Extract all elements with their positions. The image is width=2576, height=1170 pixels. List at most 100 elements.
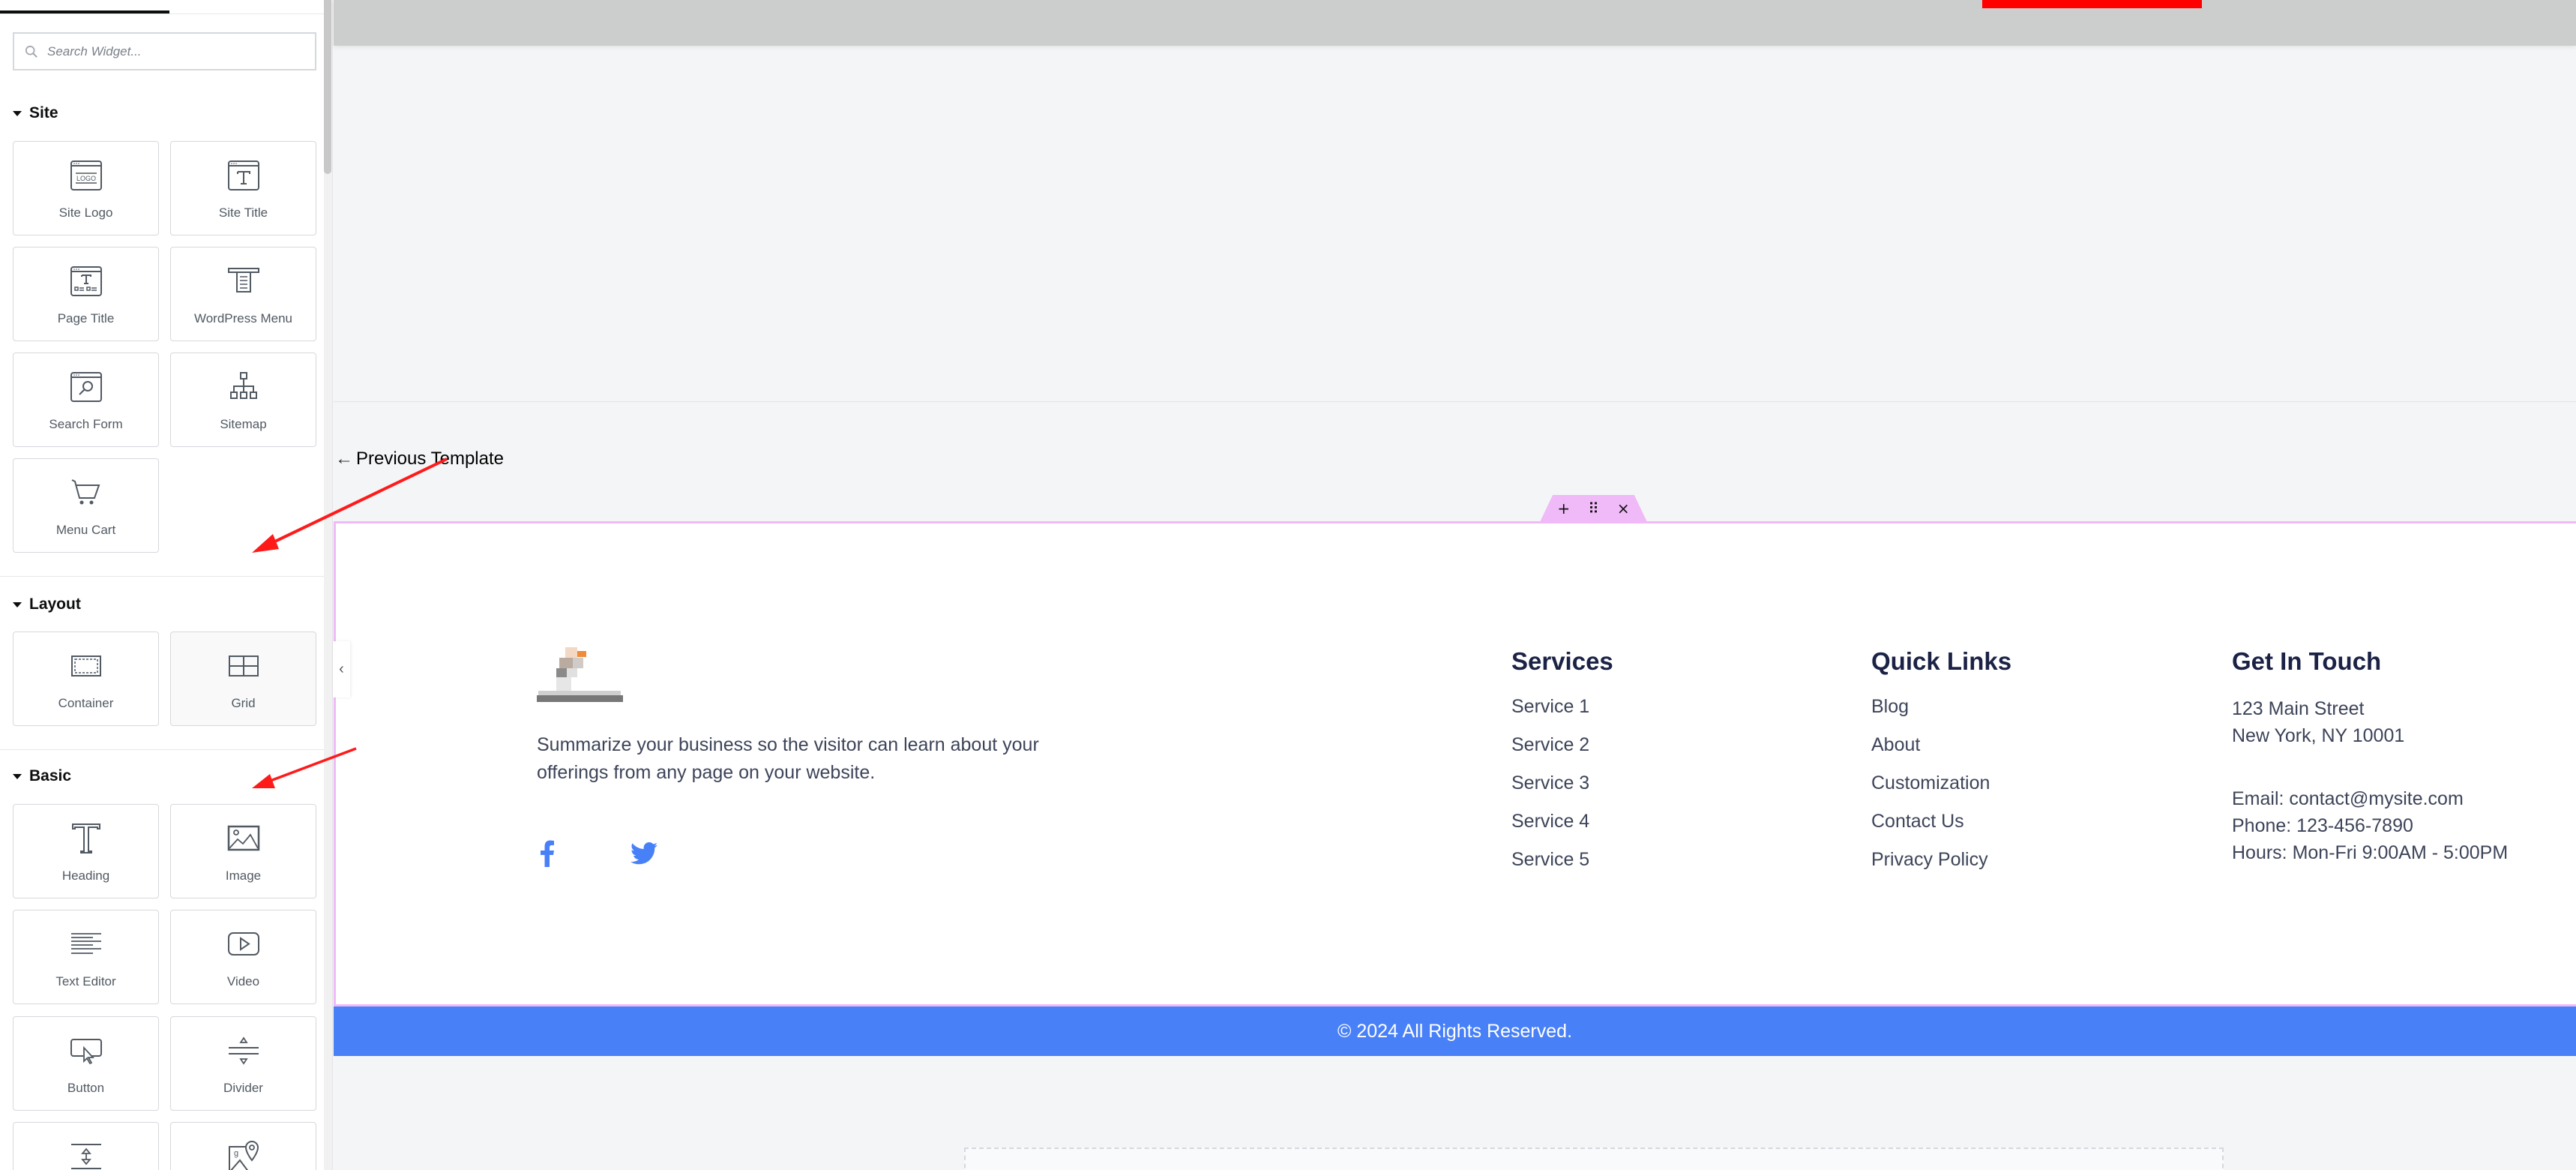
widget-spacer[interactable] [13,1122,159,1170]
facebook-icon [541,840,554,867]
header-preview-bar [334,0,2576,46]
widget-grid[interactable]: Grid [170,632,316,726]
twitter-link[interactable] [629,838,659,868]
search-form-icon [69,370,103,404]
contact-hours: Hours: Mon-Fri 9:00AM - 5:00PM [2232,842,2509,863]
widget-search-form[interactable]: Search Form [13,352,159,447]
panel-scrollbar-thumb[interactable] [324,0,331,174]
spacer-icon [69,1139,103,1170]
widget-label: Site Logo [58,206,113,220]
widget-label: Divider [223,1081,263,1095]
section-title: Site [29,104,58,122]
widget-menu-cart[interactable]: Menu Cart [13,458,159,553]
widget-label: Image [225,868,262,883]
wordpress-menu-icon [226,264,261,298]
container-icon [69,649,103,683]
page-title-icon [69,264,103,298]
section-title: Layout [29,596,81,613]
quick-link-customization[interactable]: Customization [1871,772,2011,810]
widget-text-editor[interactable]: Text Editor [13,910,159,1004]
delete-section-button[interactable]: × [1617,501,1630,516]
caret-down-icon [13,602,22,608]
footer-contact-column: Get In Touch 123 Main Street New York, N… [2232,647,2508,866]
service-link-1[interactable]: Service 1 [1511,695,1613,734]
widget-sitemap[interactable]: Sitemap [170,352,316,447]
address-line-1: 123 Main Street [2232,698,2365,719]
widget-label: Site Title [218,206,268,220]
widget-page-title[interactable]: Page Title [13,247,159,341]
heading-icon [69,821,103,856]
sitemap-icon [226,370,261,404]
search-icon [25,45,37,58]
widget-label: Page Title [57,311,115,326]
widget-label: Search Form [49,417,123,431]
widget-label: WordPress Menu [193,311,292,326]
site-logo-image[interactable] [537,647,623,704]
text-editor-icon [69,927,103,962]
widget-image[interactable]: Image [170,804,316,898]
previous-template-link[interactable]: ← Previous Template [335,448,504,470]
quick-link-privacy-policy[interactable]: Privacy Policy [1871,848,2011,886]
widget-label: Sitemap [220,417,267,431]
section-divider [0,749,324,750]
section-divider [0,576,324,577]
widget-divider[interactable]: Divider [170,1016,316,1111]
add-section-drop-zone[interactable] [964,1148,2224,1170]
contact-phone: Phone: 123-456-7890 [2232,815,2413,836]
section-toggle-site[interactable]: Site [13,104,58,122]
section-toggle-basic[interactable]: Basic [13,767,71,785]
footer-section[interactable]: Summarize your business so the visitor c… [334,521,2576,1006]
svg-text:g: g [234,1149,238,1158]
widget-button[interactable]: Button [13,1016,159,1111]
canvas-divider [334,401,2576,402]
drag-section-handle[interactable]: ⠿ [1588,501,1599,516]
quick-link-about[interactable]: About [1871,734,2011,772]
collapse-panel-button[interactable]: ‹ [333,641,350,698]
google-maps-icon: g [226,1139,261,1170]
widget-wordpress-menu[interactable]: WordPress Menu [170,247,316,341]
widget-panel: Site LOGO Site Logo Site Title Page Titl… [0,0,333,1170]
quick-link-contact-us[interactable]: Contact Us [1871,810,2011,848]
chevron-left-icon: ‹ [339,661,344,677]
twitter-icon [631,842,657,865]
caret-down-icon [13,773,22,779]
widget-label: Text Editor [55,974,116,988]
button-icon [69,1034,103,1068]
annotation-highlight [1982,0,2202,8]
panel-scrollbar-track[interactable] [324,0,332,1170]
widget-google-maps[interactable]: g [170,1122,316,1170]
add-section-button[interactable]: + [1557,501,1570,516]
quick-link-blog[interactable]: Blog [1871,695,2011,734]
arrow-left-icon: ← [335,448,353,469]
widget-video[interactable]: Video [170,910,316,1004]
previous-template-label: Previous Template [356,448,504,469]
facebook-link[interactable] [532,838,562,868]
service-link-4[interactable]: Service 4 [1511,810,1613,848]
section-handle: + ⠿ × [1540,495,1647,522]
search-widget-input[interactable] [47,44,302,59]
contact-email: Email: contact@mysite.com [2232,788,2464,809]
widget-label: Menu Cart [55,523,116,537]
video-icon [226,927,261,962]
service-link-2[interactable]: Service 2 [1511,734,1613,772]
copyright-text: © 2024 All Rights Reserved. [1337,1020,1573,1042]
copyright-bar: © 2024 All Rights Reserved. [334,1006,2576,1056]
widget-label: Button [67,1081,105,1095]
site-title-icon [226,158,261,193]
section-toggle-layout[interactable]: Layout [13,596,81,614]
service-link-5[interactable]: Service 5 [1511,848,1613,886]
address-line-2: New York, NY 10001 [2232,725,2405,746]
widget-container[interactable]: Container [13,632,159,726]
service-link-3[interactable]: Service 3 [1511,772,1613,810]
widget-site-title[interactable]: Site Title [170,141,316,236]
caret-down-icon [13,110,22,116]
services-heading: Services [1511,647,1613,675]
widget-label: Video [226,974,260,988]
section-title: Basic [29,767,72,784]
grid-icon [226,649,261,683]
widget-site-logo[interactable]: LOGO Site Logo [13,141,159,236]
search-widget-field[interactable] [13,32,316,70]
widget-label: Heading [61,868,110,883]
widget-heading[interactable]: Heading [13,804,159,898]
image-icon [226,821,261,856]
